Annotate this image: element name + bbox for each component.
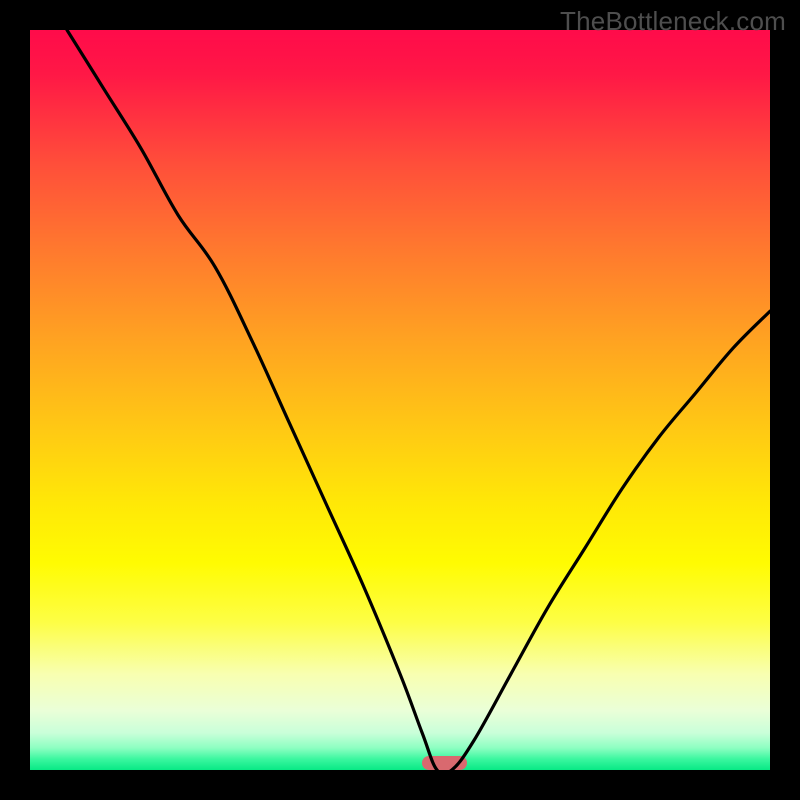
chart-frame: TheBottleneck.com — [0, 0, 800, 800]
bottleneck-curve — [30, 30, 770, 770]
watermark-text: TheBottleneck.com — [560, 6, 786, 37]
plot-area — [30, 30, 770, 770]
